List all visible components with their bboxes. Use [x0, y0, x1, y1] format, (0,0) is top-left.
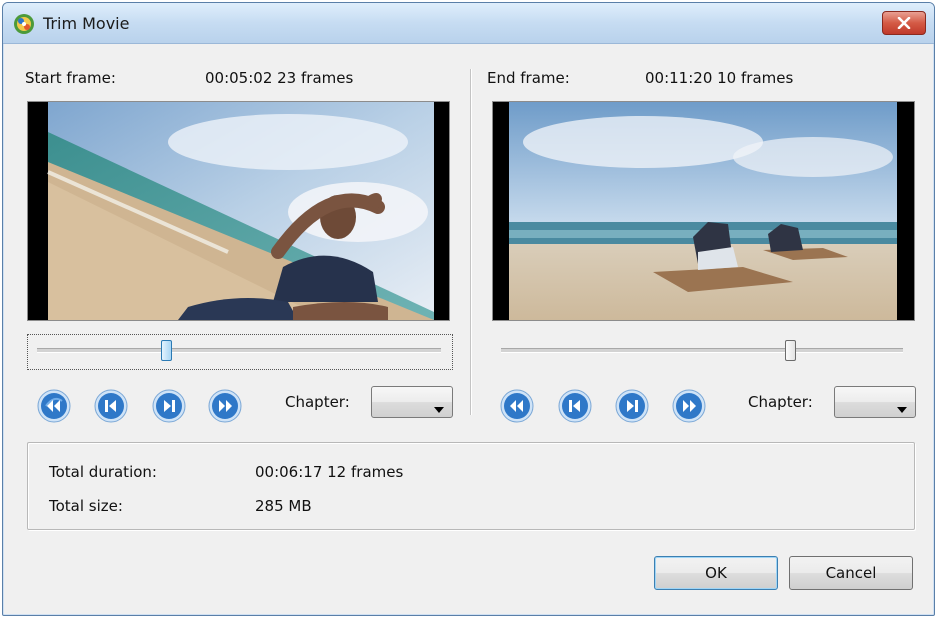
end-frame-label: End frame:: [487, 69, 570, 87]
chevron-down-icon: [897, 399, 907, 417]
total-size-label: Total size:: [49, 497, 123, 515]
last-frame-icon: [672, 389, 706, 427]
previous-frame-icon: [558, 389, 592, 427]
start-slider-track[interactable]: [37, 348, 441, 353]
close-button[interactable]: [882, 11, 926, 35]
end-slider-thumb[interactable]: [785, 340, 797, 361]
dialog-title: Trim Movie: [43, 14, 130, 33]
start-frame-time: 00:05:02 23 frames: [205, 69, 354, 87]
end-chapter-dropdown[interactable]: [834, 386, 916, 418]
start-first-frame-button[interactable]: [37, 389, 71, 423]
first-frame-icon: [37, 389, 71, 427]
end-frame-preview: [492, 101, 915, 321]
first-frame-icon: [500, 389, 534, 427]
start-frame-label: Start frame:: [25, 69, 116, 87]
start-next-frame-button[interactable]: [152, 389, 186, 423]
start-slider-thumb[interactable]: [161, 340, 173, 361]
end-slider-track[interactable]: [501, 348, 903, 353]
end-last-frame-button[interactable]: [672, 389, 706, 423]
title-bar[interactable]: Trim Movie: [3, 3, 934, 44]
end-frame-time: 00:11:20 10 frames: [645, 69, 794, 87]
end-chapter-label: Chapter:: [748, 393, 813, 411]
cancel-button[interactable]: Cancel: [789, 556, 913, 590]
last-frame-icon: [208, 389, 242, 427]
end-first-frame-button[interactable]: [500, 389, 534, 423]
total-size-value: 285 MB: [255, 497, 312, 515]
panel-divider: [470, 69, 471, 415]
end-previous-frame-button[interactable]: [558, 389, 592, 423]
start-previous-frame-button[interactable]: [94, 389, 128, 423]
start-chapter-dropdown[interactable]: [371, 386, 453, 418]
summary-group: [27, 442, 915, 530]
chevron-down-icon: [434, 399, 444, 417]
previous-frame-icon: [94, 389, 128, 427]
start-frame-preview: [27, 101, 450, 321]
ok-button[interactable]: OK: [654, 556, 778, 590]
movie-app-icon: [13, 13, 35, 35]
next-frame-icon: [152, 389, 186, 427]
start-last-frame-button[interactable]: [208, 389, 242, 423]
end-next-frame-button[interactable]: [615, 389, 649, 423]
close-icon: [897, 17, 911, 29]
trim-movie-dialog: Trim Movie Start frame: 00:05:02 23 fram…: [2, 2, 935, 616]
total-duration-label: Total duration:: [49, 463, 157, 481]
next-frame-icon: [615, 389, 649, 427]
start-chapter-label: Chapter:: [285, 393, 350, 411]
total-duration-value: 00:06:17 12 frames: [255, 463, 404, 481]
